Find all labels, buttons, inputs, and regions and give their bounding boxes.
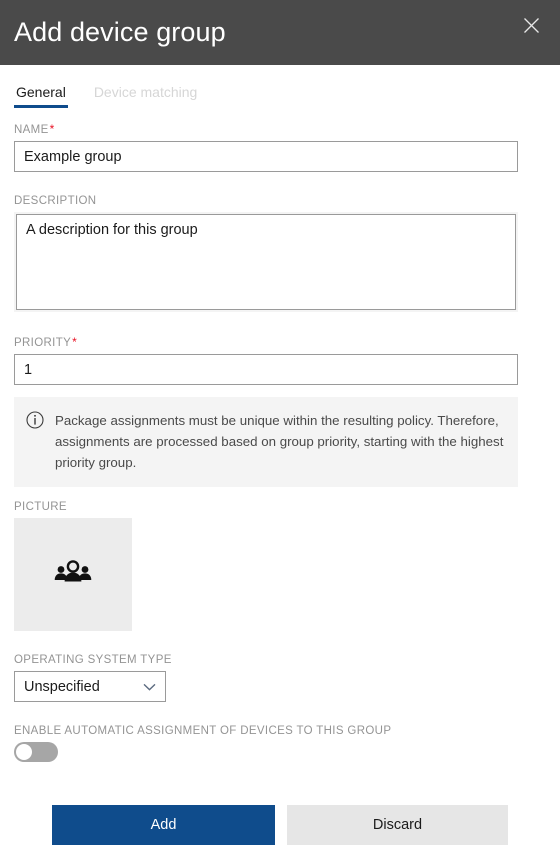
description-field-group: DESCRIPTION A description for this group: [14, 195, 546, 312]
os-type-select-wrap: Unspecified: [14, 671, 166, 702]
picture-placeholder[interactable]: [14, 518, 132, 631]
add-button[interactable]: Add: [52, 805, 275, 845]
dialog-titlebar: Add device group: [0, 0, 560, 65]
toggle-knob: [16, 744, 32, 760]
name-field-group: NAME*: [14, 122, 546, 172]
description-input[interactable]: A description for this group: [16, 214, 516, 310]
priority-required-asterisk: *: [72, 335, 78, 349]
picture-label: PICTURE: [14, 501, 67, 513]
auto-assignment-toggle[interactable]: [14, 742, 58, 762]
priority-label: PRIORITY*: [14, 335, 546, 349]
info-message-text: Package assignments must be unique withi…: [55, 413, 504, 470]
close-icon: [523, 17, 540, 34]
close-button[interactable]: [514, 8, 548, 42]
info-circle-icon: [26, 411, 44, 473]
dialog-footer: Add Discard: [0, 805, 560, 845]
description-input-wrap: A description for this group: [14, 212, 518, 312]
description-label: DESCRIPTION: [14, 195, 97, 207]
name-required-asterisk: *: [49, 122, 55, 136]
tab-device-matching[interactable]: Device matching: [92, 84, 200, 108]
page-title: Add device group: [14, 17, 226, 47]
device-group-form: NAME* DESCRIPTION A description for this…: [0, 108, 560, 762]
info-message: Package assignments must be unique withi…: [14, 397, 518, 487]
os-type-label: OPERATING SYSTEM TYPE: [14, 654, 172, 666]
priority-field-group: PRIORITY*: [14, 335, 546, 385]
priority-label-text: PRIORITY: [14, 337, 72, 349]
picture-field-group: PICTURE: [14, 501, 546, 631]
name-label: NAME*: [14, 122, 546, 136]
chevron-down-icon: [143, 683, 156, 691]
name-label-text: NAME: [14, 124, 49, 136]
tab-general-label: General: [16, 84, 66, 100]
tab-device-matching-label: Device matching: [93, 84, 198, 100]
os-type-select[interactable]: Unspecified: [14, 671, 166, 702]
auto-assignment-label: ENABLE AUTOMATIC ASSIGNMENT OF DEVICES T…: [14, 725, 392, 737]
name-input[interactable]: [14, 141, 518, 172]
os-type-selected-value: Unspecified: [24, 678, 100, 695]
tab-general[interactable]: General: [14, 84, 68, 108]
auto-assignment-field-group: ENABLE AUTOMATIC ASSIGNMENT OF DEVICES T…: [14, 725, 546, 762]
tab-bar: General Device matching: [0, 65, 560, 108]
priority-input[interactable]: [14, 354, 518, 385]
discard-button[interactable]: Discard: [287, 805, 508, 845]
os-type-field-group: OPERATING SYSTEM TYPE Unspecified: [14, 654, 546, 702]
group-people-icon: [54, 560, 92, 589]
